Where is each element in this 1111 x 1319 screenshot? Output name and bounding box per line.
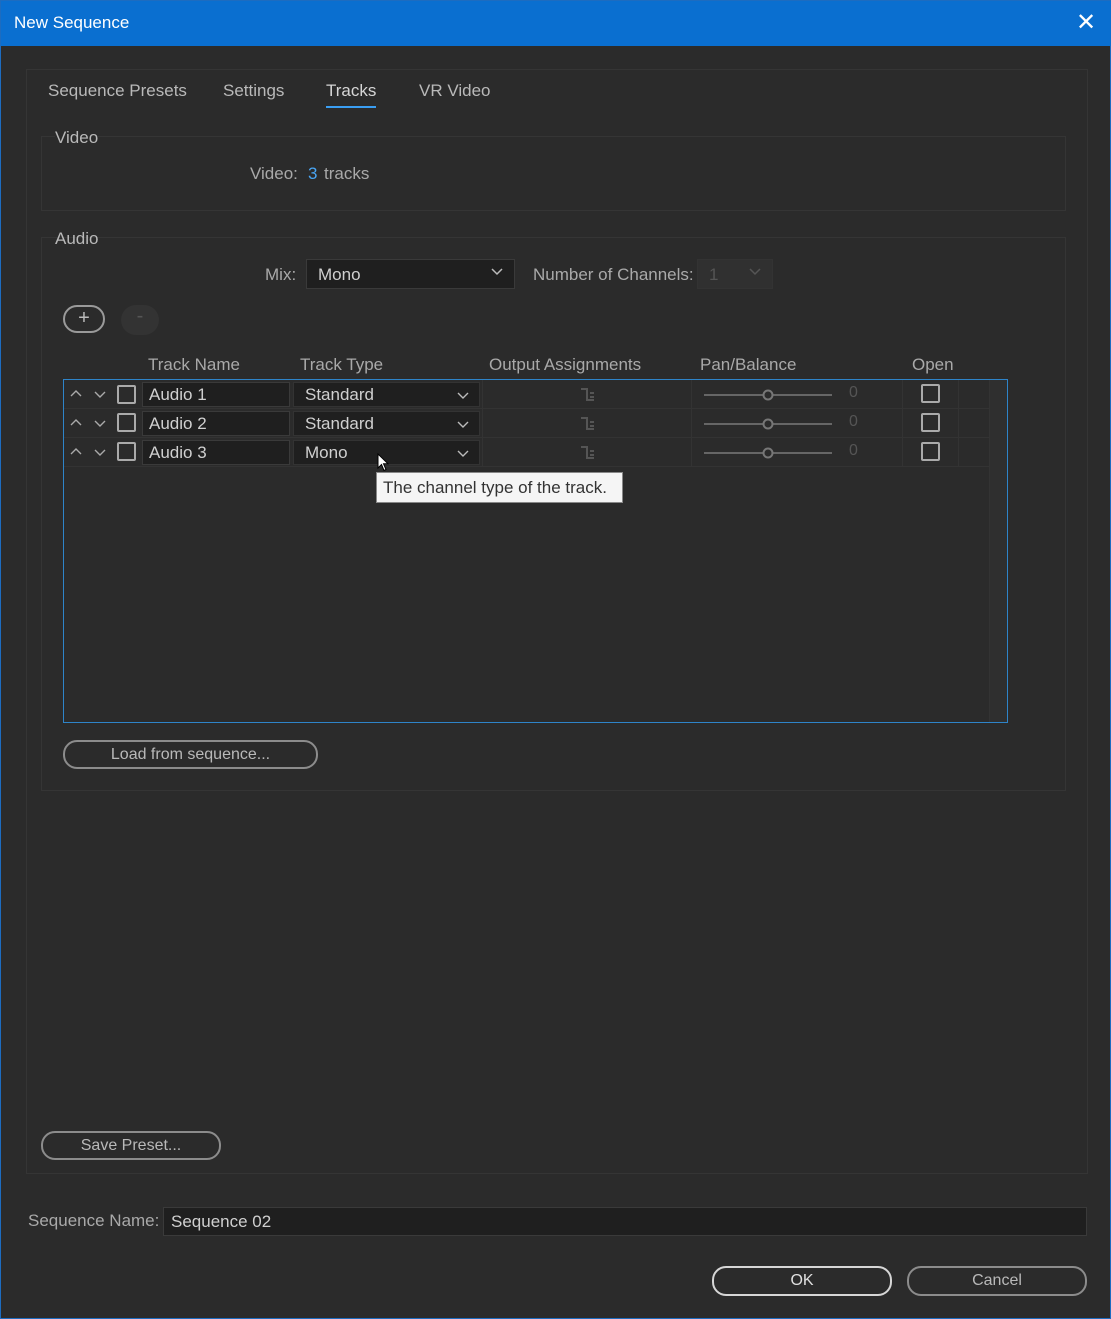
pan-slider[interactable] (704, 388, 834, 402)
open-cell (902, 409, 959, 437)
video-tracks-unit: tracks (324, 164, 370, 183)
chevron-down-icon (457, 392, 469, 399)
column-track-type: Track Type (300, 355, 384, 374)
column-open: Open (912, 355, 954, 374)
chevron-down-icon (457, 421, 469, 428)
video-group-label: Video (55, 128, 99, 148)
open-cell (902, 380, 959, 408)
add-track-button[interactable]: + (63, 305, 105, 333)
open-cell (902, 438, 959, 466)
cancel-button[interactable]: Cancel (907, 1266, 1087, 1296)
move-down-icon[interactable] (93, 445, 107, 459)
pan-value: 0 (849, 413, 858, 430)
save-preset-button[interactable]: Save Preset... (41, 1131, 221, 1160)
routing-icon (581, 388, 594, 401)
tab-settings[interactable]: Settings (223, 81, 284, 101)
output-assignments-cell[interactable] (482, 380, 692, 408)
tab-tracks[interactable]: Tracks (326, 81, 377, 108)
track-row[interactable]: Audio 2 Standard 0 (64, 409, 990, 438)
pan-value: 0 (849, 442, 858, 459)
chevron-down-icon (749, 268, 761, 276)
tab-sequence-presets[interactable]: Sequence Presets (48, 81, 187, 101)
track-select-checkbox[interactable] (117, 385, 136, 404)
title-bar: New Sequence ✕ (1, 1, 1111, 46)
move-down-icon[interactable] (93, 416, 107, 430)
pan-value: 0 (849, 384, 858, 401)
chevron-down-icon (491, 268, 503, 276)
remove-track-button[interactable]: - (121, 305, 159, 335)
mix-label: Mix: (265, 265, 297, 284)
open-checkbox[interactable] (921, 384, 940, 403)
channels-dropdown[interactable]: 1 (697, 259, 773, 289)
track-type-dropdown[interactable]: Standard (293, 382, 480, 407)
track-name-field[interactable]: Audio 3 (142, 440, 290, 465)
channels-label: Number of Channels: (533, 265, 694, 284)
track-select-checkbox[interactable] (117, 413, 136, 432)
column-pan-balance: Pan/Balance (700, 355, 797, 374)
video-group (41, 136, 1066, 211)
sequence-name-label: Sequence Name: (28, 1211, 160, 1230)
move-up-icon[interactable] (69, 387, 83, 401)
window-title: New Sequence (14, 13, 130, 32)
chevron-down-icon (457, 450, 469, 457)
new-sequence-dialog: New Sequence ✕ Sequence Presets Settings… (0, 0, 1111, 1319)
load-from-sequence-button[interactable]: Load from sequence... (63, 740, 318, 769)
track-name-field[interactable]: Audio 2 (142, 411, 290, 436)
track-name-field[interactable]: Audio 1 (142, 382, 290, 407)
track-type-value: Standard (305, 414, 374, 433)
mouse-cursor-icon (377, 453, 389, 472)
routing-icon (581, 417, 594, 430)
channels-dropdown-value: 1 (709, 265, 719, 284)
close-icon[interactable]: ✕ (1074, 10, 1098, 36)
track-select-checkbox[interactable] (117, 442, 136, 461)
track-row[interactable]: Audio 1 Standard 0 (64, 380, 990, 409)
mix-dropdown-value: Mono (318, 265, 361, 284)
video-tracks-count[interactable]: 3 (308, 164, 317, 184)
column-output-assignments: Output Assignments (489, 355, 642, 374)
audio-track-list[interactable]: Audio 1 Standard 0 Audio 2 Standard 0 Au… (63, 379, 1008, 723)
track-list-scrollbar[interactable] (989, 380, 1007, 722)
pan-slider[interactable] (704, 446, 834, 460)
open-checkbox[interactable] (921, 442, 940, 461)
output-assignments-cell[interactable] (482, 438, 692, 466)
audio-group-label: Audio (55, 229, 99, 248)
move-up-icon[interactable] (69, 445, 83, 459)
output-assignments-cell[interactable] (482, 409, 692, 437)
sequence-name-input[interactable]: Sequence 02 (163, 1207, 1087, 1236)
column-track-name: Track Name (148, 355, 240, 374)
track-type-value: Mono (305, 443, 348, 462)
pan-slider[interactable] (704, 417, 834, 431)
move-up-icon[interactable] (69, 416, 83, 430)
ok-button[interactable]: OK (712, 1266, 892, 1296)
tab-vr-video[interactable]: VR Video (419, 81, 491, 101)
track-type-dropdown[interactable]: Standard (293, 411, 480, 436)
video-tracks-label: Video: (250, 164, 298, 183)
track-type-tooltip: The channel type of the track. (376, 472, 623, 503)
open-checkbox[interactable] (921, 413, 940, 432)
track-row[interactable]: Audio 3 Mono 0 (64, 438, 990, 467)
move-down-icon[interactable] (93, 387, 107, 401)
mix-dropdown[interactable]: Mono (306, 259, 515, 289)
track-type-value: Standard (305, 385, 374, 404)
routing-icon (581, 446, 594, 459)
